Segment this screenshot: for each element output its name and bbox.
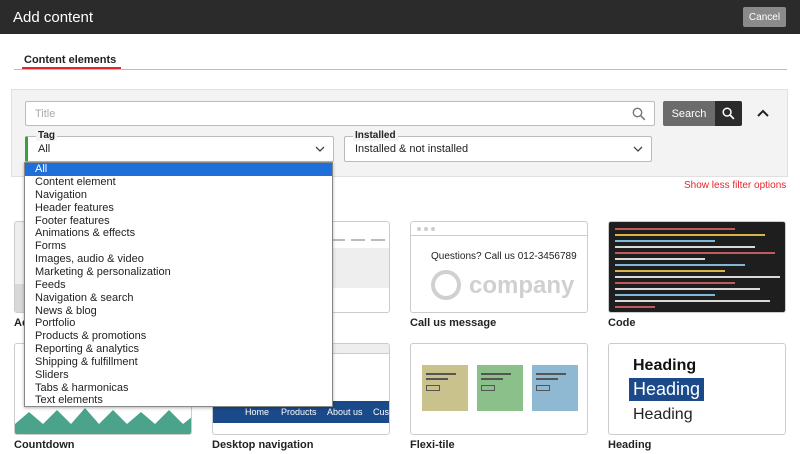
code-line [615,228,735,230]
tag-select[interactable]: Tag All [25,130,334,162]
tag-option[interactable]: Forms [25,240,332,253]
tag-option[interactable]: All [25,163,332,176]
flexi-tile-preview [422,365,468,411]
preview-line [331,239,345,241]
tag-option[interactable]: Marketing & personalization [25,266,332,279]
company-logo-icon [431,270,461,300]
tag-select-label: Tag [36,130,58,141]
tag-option[interactable]: Content element [25,176,332,189]
preview-heading-bold: Heading [633,357,697,374]
preview-block [323,248,389,288]
code-line [615,264,745,266]
tag-option[interactable]: Images, audio & video [25,253,332,266]
installed-select-label: Installed [353,130,398,141]
preview-nav-item: About us [327,407,363,417]
content-card-call-us-message[interactable]: Questions? Call us 012-3456789 company [410,221,588,313]
tag-option[interactable]: Sliders [25,369,332,382]
preview-nav-item: Cust [373,407,390,417]
preview-window-bar [411,222,587,236]
search-button[interactable]: Search [663,101,742,126]
window-dot [424,227,428,231]
active-tab-indicator [22,67,121,69]
code-line [615,252,775,254]
chevron-down-icon [315,146,325,152]
content-card-code[interactable] [608,221,786,313]
cancel-button[interactable]: Cancel [743,7,786,27]
tag-select-value: All [38,143,51,155]
preview-company-text: company [469,272,575,299]
tile-box [426,385,440,391]
search-icon[interactable] [715,101,742,126]
preview-heading-plain: Heading [633,406,693,423]
tag-option[interactable]: Shipping & fulfillment [25,356,332,369]
tile-line [481,373,511,375]
tag-option[interactable]: Feeds [25,279,332,292]
code-line [615,246,755,248]
title-search-input[interactable] [25,101,655,126]
tab-bar: Content elements [14,50,787,70]
code-line [615,306,655,308]
tag-option[interactable]: Navigation [25,189,332,202]
code-line [615,294,715,296]
window-dot [417,227,421,231]
code-line [615,282,735,284]
flexi-tile-preview [532,365,578,411]
window-dot [431,227,435,231]
tile-box [481,385,495,391]
tag-option[interactable]: Header features [25,202,332,215]
tab-content-elements[interactable]: Content elements [24,54,116,66]
code-line [615,276,780,278]
tag-option[interactable]: Animations & effects [25,227,332,240]
search-button-label[interactable]: Search [663,101,715,126]
preview-call-text: Questions? Call us 012-3456789 [431,251,577,262]
code-line [615,234,765,236]
code-line [615,300,770,302]
card-label[interactable]: Countdown [14,439,74,451]
dialog-title: Add content [13,9,94,26]
installed-select-value: Installed & not installed [355,143,469,155]
tag-option[interactable]: Portfolio [25,317,332,330]
chevron-up-icon[interactable] [755,106,771,120]
tag-dropdown-list: All Content element Navigation Header fe… [24,162,333,407]
tag-option[interactable]: Products & promotions [25,330,332,343]
card-label[interactable]: Call us message [410,317,496,329]
code-line [615,288,760,290]
tile-line [536,373,566,375]
tile-line [426,378,448,380]
show-less-filter-options-link[interactable]: Show less filter options [684,180,786,191]
code-line [615,258,705,260]
tag-option[interactable]: Reporting & analytics [25,343,332,356]
tile-line [536,378,558,380]
tile-box [536,385,550,391]
dialog-header: Add content Cancel [0,0,800,34]
tile-line [426,373,456,375]
tile-line [481,378,503,380]
card-label[interactable]: Flexi-tile [410,439,455,451]
flexi-tile-preview [477,365,523,411]
tag-option[interactable]: Text elements [25,394,332,407]
preview-line [351,239,365,241]
chevron-down-icon [633,146,643,152]
code-line [615,240,715,242]
preview-heading-highlighted: Heading [629,378,705,401]
installed-select[interactable]: Installed Installed & not installed [344,130,652,162]
preview-nav-item: Home [245,407,270,417]
card-label[interactable]: Desktop navigation [212,439,313,451]
tag-option[interactable]: Navigation & search [25,292,332,305]
preview-nav-item: Products [281,407,317,417]
preview-line [371,239,385,241]
content-card-heading[interactable]: Heading Heading Heading [608,343,786,435]
code-line [615,270,725,272]
content-card-flexi-tile[interactable] [410,343,588,435]
card-label[interactable]: Heading [608,439,651,451]
card-label[interactable]: Code [608,317,636,329]
magnifier-icon[interactable] [632,107,646,121]
